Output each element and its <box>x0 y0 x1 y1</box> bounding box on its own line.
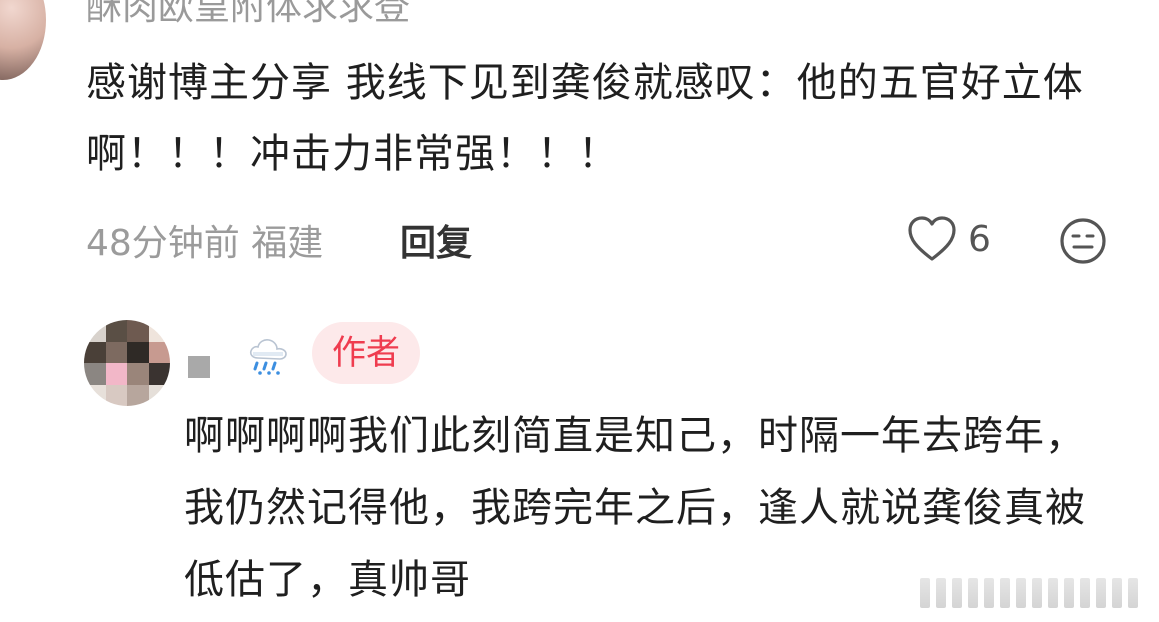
comment-time: 48分钟前 <box>86 223 240 264</box>
comment-location: 福建 <box>251 223 324 264</box>
author-avatar[interactable] <box>84 320 170 406</box>
commenter-username[interactable]: 酥肉欧皇附体求求登 <box>86 0 410 30</box>
watermark-barcode <box>920 575 1150 611</box>
comment-meta: 48分钟前 福建 <box>86 214 323 266</box>
commenter-avatar[interactable] <box>0 0 46 80</box>
author-badge: 作者 <box>312 322 420 384</box>
comment-text: 感谢博主分享 我线下见到龚俊就感叹：他的五官好立体啊！！！冲击力非常强！！！ <box>86 60 1084 177</box>
heart-outline-icon <box>908 216 956 261</box>
reply-button[interactable]: 回复 <box>400 214 472 266</box>
like-button[interactable]: 6 <box>906 214 991 264</box>
neutral-face-icon[interactable] <box>1058 216 1108 266</box>
like-count: 6 <box>968 218 991 260</box>
author-username-redacted[interactable] <box>188 356 210 378</box>
rain-cloud-icon <box>249 339 287 375</box>
